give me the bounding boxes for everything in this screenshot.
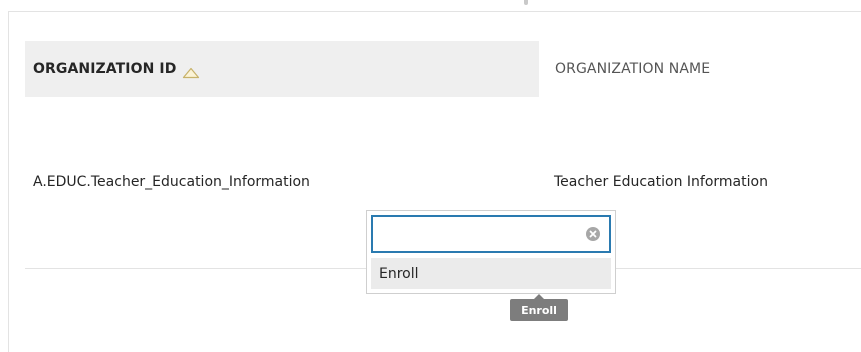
column-header-label: ORGANIZATION NAME <box>555 61 711 77</box>
dropdown-option-enroll[interactable]: Enroll <box>371 258 611 289</box>
table-cell-organization-id[interactable]: A.EDUC.Teacher_Education_Information <box>33 174 310 190</box>
tooltip-label: Enroll <box>521 303 557 317</box>
dropdown-search-input[interactable] <box>373 217 583 251</box>
column-header-label: ORGANIZATION ID <box>33 61 177 77</box>
column-header-organization-id[interactable]: ORGANIZATION ID <box>25 41 539 97</box>
enroll-tooltip: Enroll <box>510 294 568 321</box>
dropdown-option-label: Enroll <box>379 265 419 282</box>
panel-left-border <box>8 11 9 352</box>
table-header-row: ORGANIZATION ID ORGANIZATION NAME <box>25 41 861 97</box>
dropdown-search-box <box>371 215 611 253</box>
panel-top-border <box>8 11 861 12</box>
column-header-organization-name[interactable]: ORGANIZATION NAME <box>539 41 861 97</box>
sort-ascending-icon[interactable] <box>182 64 200 79</box>
top-edge-mark <box>524 0 528 5</box>
page-frame: ORGANIZATION ID ORGANIZATION NAME A.EDUC… <box>0 0 861 352</box>
enroll-dropdown: Enroll <box>366 210 616 294</box>
table-cell-organization-name: Teacher Education Information <box>554 174 768 190</box>
clear-icon[interactable] <box>586 227 600 241</box>
